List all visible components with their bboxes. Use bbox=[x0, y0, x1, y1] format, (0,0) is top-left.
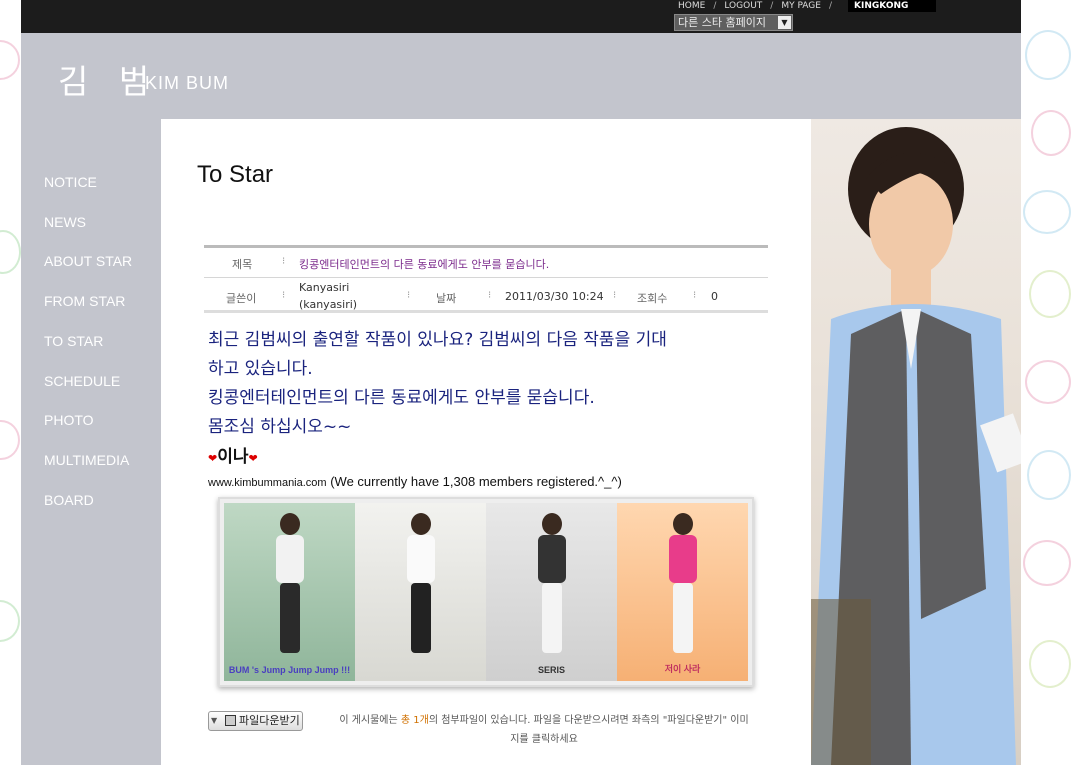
sidebar-item-notice[interactable]: NOTICE bbox=[44, 174, 97, 190]
other-star-homepage-select[interactable]: 다른 스타 홈페이지 ▼ bbox=[674, 14, 793, 31]
separator-dot: ⁝ bbox=[407, 290, 411, 301]
banner-caption: SERIS bbox=[537, 665, 565, 675]
sidebar-item-about-star[interactable]: ABOUT STAR bbox=[44, 253, 132, 269]
file-download-button[interactable]: ▼ 파일다운받기 bbox=[208, 711, 303, 731]
separator-dot: ⁝ bbox=[613, 290, 617, 301]
fansite-note: (We currently have 1,308 members registe… bbox=[330, 474, 622, 489]
body-line: 킹콩엔터테인먼트의 다른 동료에게도 안부를 묻습니다. bbox=[208, 388, 595, 408]
sidebar: NOTICE NEWS ABOUT STAR FROM STAR TO STAR… bbox=[21, 119, 161, 765]
separator-dot: ⁝ bbox=[282, 290, 286, 301]
note-prefix: 이 게시물에는 bbox=[339, 715, 398, 726]
body-line: 하고 있습니다. bbox=[208, 359, 313, 379]
heart-icon: ❤ bbox=[208, 452, 218, 465]
floppy-disk-icon bbox=[225, 715, 236, 726]
sidebar-item-news[interactable]: NEWS bbox=[44, 214, 86, 230]
right-decoration bbox=[1021, 0, 1075, 765]
chevron-down-icon[interactable]: ▼ bbox=[778, 16, 791, 29]
kingkong-link[interactable]: KINGKONG bbox=[848, 0, 937, 12]
sidebar-item-board[interactable]: BOARD bbox=[44, 492, 94, 508]
attachment-count: 총 1개 bbox=[400, 715, 429, 726]
star-photo bbox=[811, 119, 1021, 765]
body-line: 몸조심 하십시오~~ bbox=[208, 417, 352, 437]
separator: / bbox=[828, 1, 833, 11]
person-figure bbox=[668, 513, 697, 663]
mypage-link[interactable]: MY PAGE bbox=[781, 1, 821, 11]
note-suffix: 지를 클릭하세요 bbox=[510, 734, 578, 745]
page-title: To Star bbox=[197, 161, 274, 188]
signature: ❤이나❤ bbox=[208, 442, 258, 467]
sidebar-item-schedule[interactable]: SCHEDULE bbox=[44, 373, 120, 389]
separator-dot: ⁝ bbox=[282, 256, 286, 267]
sidebar-item-multimedia[interactable]: MULTIMEDIA bbox=[44, 452, 129, 468]
person-figure bbox=[406, 513, 435, 663]
logout-link[interactable]: LOGOUT bbox=[724, 1, 762, 11]
download-label: 파일다운받기 bbox=[239, 714, 300, 727]
banner-image: BUM 's Jump Jump Jump !!! SERIS 저이 사라 bbox=[218, 497, 754, 687]
banner-panel: 저이 사라 bbox=[617, 503, 748, 681]
top-navigation: HOME / LOGOUT / MY PAGE / KINGKONG bbox=[678, 0, 937, 12]
separator-dot: ⁝ bbox=[693, 290, 697, 301]
fansite-url[interactable]: www.kimbummania.com bbox=[208, 477, 327, 489]
author-name: Kanyasiri bbox=[299, 281, 350, 294]
heart-icon: ❤ bbox=[248, 452, 258, 465]
main-content: To Star 제목 ⁝ 킹콩엔터테인먼트의 다른 동료에게도 안부를 묻습니다… bbox=[161, 119, 811, 765]
left-decoration bbox=[0, 0, 21, 765]
sidebar-item-from-star[interactable]: FROM STAR bbox=[44, 293, 125, 309]
person-figure bbox=[275, 513, 304, 663]
separator: / bbox=[713, 1, 717, 11]
post-subject-row: 제목 ⁝ 킹콩엔터테인먼트의 다른 동료에게도 안부를 묻습니다. bbox=[204, 248, 768, 278]
star-photo-illustration bbox=[811, 127, 1021, 765]
banner-panel: BUM 's Jump Jump Jump !!! bbox=[224, 503, 355, 681]
site-header: 김 범 KIM BUM bbox=[21, 33, 1021, 119]
author-id: (kanyasiri) bbox=[299, 298, 358, 311]
sidebar-item-to-star[interactable]: TO STAR bbox=[44, 333, 103, 349]
author-label: 글쓴이 bbox=[226, 292, 257, 305]
attachment-note: 이 게시물에는 총 1개의 첨부파일이 있습니다. 파일을 다운받으시려면 좌측… bbox=[324, 711, 764, 749]
date-label: 날짜 bbox=[436, 292, 457, 305]
logo-english[interactable]: KIM BUM bbox=[145, 73, 229, 94]
fansite-line: www.kimbummania.com (We currently have 1… bbox=[208, 474, 622, 489]
chevron-down-icon: ▼ bbox=[211, 716, 218, 725]
home-link[interactable]: HOME bbox=[678, 1, 705, 11]
banner-panel bbox=[355, 503, 486, 681]
views-label: 조회수 bbox=[637, 292, 668, 305]
views-count: 0 bbox=[711, 290, 718, 303]
select-value: 다른 스타 홈페이지 bbox=[678, 16, 766, 29]
signature-text: 이나 bbox=[217, 447, 249, 467]
post-subject: 킹콩엔터테인먼트의 다른 동료에게도 안부를 묻습니다. bbox=[299, 258, 550, 271]
note-middle: 의 첨부파일이 있습니다. 파일을 다운받으시려면 좌측의 "파일다운받기" 이… bbox=[428, 715, 749, 726]
post-date: 2011/03/30 10:24 bbox=[505, 290, 604, 303]
banner-caption: BUM 's Jump Jump Jump !!! bbox=[228, 665, 351, 675]
person-figure bbox=[537, 513, 566, 663]
subject-label: 제목 bbox=[232, 258, 253, 271]
separator: / bbox=[770, 1, 774, 11]
post-body: 최근 김범씨의 출연할 작품이 있나요? 김범씨의 다음 작품을 기대 하고 있… bbox=[208, 326, 768, 442]
banner-caption: 저이 사라 bbox=[664, 664, 701, 674]
banner-panel: SERIS bbox=[486, 503, 617, 681]
sidebar-item-photo[interactable]: PHOTO bbox=[44, 412, 94, 428]
separator-dot: ⁝ bbox=[488, 290, 492, 301]
post-meta-row: 글쓴이 ⁝ Kanyasiri (kanyasiri) ⁝ 날짜 ⁝ 2011/… bbox=[204, 279, 768, 313]
body-line: 최근 김범씨의 출연할 작품이 있나요? 김범씨의 다음 작품을 기대 bbox=[208, 330, 667, 350]
